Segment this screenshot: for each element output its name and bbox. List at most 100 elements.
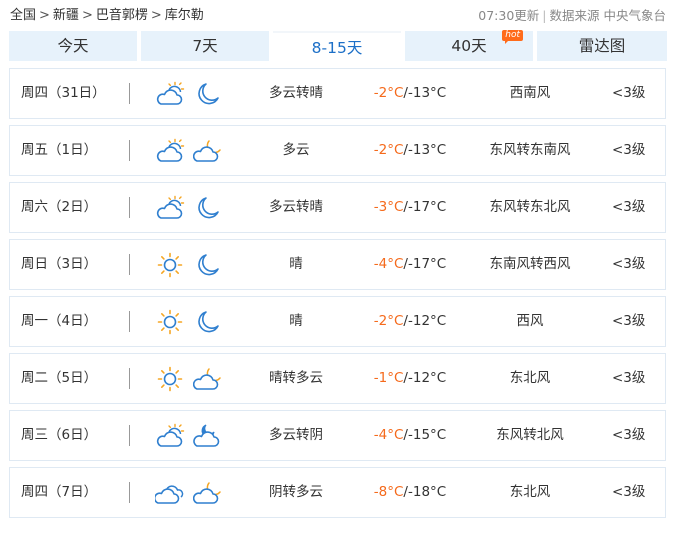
tab-label: 雷达图 [578, 37, 626, 55]
divider [129, 425, 130, 446]
moon-icon [193, 252, 223, 278]
forecast-date: 周五（1日） [21, 142, 98, 158]
overcast-icon [153, 480, 185, 506]
divider [129, 83, 130, 104]
temperature: -3°C/-17°C [355, 183, 465, 232]
tab-label: 8-15天 [311, 39, 363, 57]
wind-direction: 东北风 [509, 484, 551, 500]
forecast-row: 周一（4日） 晴 -2°C/-12°C 西风 <3级 [9, 296, 666, 347]
forecast-row: 周日（3日） 晴 -4°C/-17°C 东南风转西风 <3级 [9, 239, 666, 290]
wind-direction: 西南风 [509, 85, 551, 101]
tab-label: 40天 [451, 37, 487, 55]
temperature: -8°C/-18°C [355, 468, 465, 517]
cloudy-night-icon [192, 366, 223, 392]
wind-direction: 东风转东北风 [489, 199, 571, 215]
breadcrumb-separator: > [39, 8, 50, 23]
low-temp: -17°C [407, 199, 447, 215]
forecast-date: 周一（4日） [21, 313, 98, 329]
high-temp: -2°C [373, 85, 404, 101]
tab-40-days[interactable]: 40天 hot [405, 30, 533, 61]
high-temp: -1°C [373, 370, 404, 386]
wind-level: <3级 [612, 427, 646, 443]
data-source: 数据来源 中央气象台 [549, 8, 666, 23]
tab-8-15-days[interactable]: 8-15天 [273, 31, 401, 63]
forecast-date: 周三（6日） [21, 427, 98, 443]
wind-level: <3级 [612, 85, 646, 101]
low-temp: -17°C [407, 256, 447, 272]
divider [129, 482, 130, 503]
temperature: -1°C/-12°C [355, 354, 465, 403]
high-temp: -8°C [373, 484, 404, 500]
wind-level: <3级 [612, 370, 646, 386]
partly-cloudy-day-icon [155, 138, 185, 164]
tab-7-days[interactable]: 7天 [141, 31, 269, 61]
forecast-date: 周二（5日） [21, 370, 98, 386]
forecast-date: 周六（2日） [21, 199, 98, 215]
forecast-row: 周六（2日） 多云转晴 -3°C/-17°C 东风转东北风 <3级 [9, 182, 666, 233]
hot-badge: hot [502, 30, 523, 44]
sun-icon [155, 309, 185, 335]
breadcrumb-separator: > [150, 8, 162, 23]
temperature: -4°C/-17°C [355, 240, 465, 289]
wind-level: <3级 [612, 313, 646, 329]
moon-icon [193, 309, 223, 335]
update-time: 07:30更新 [478, 8, 540, 23]
low-temp: -12°C [407, 370, 447, 386]
forecast-row: 周五（1日） 多云 -2°C/-13°C 东风转东南风 <3级 [9, 125, 666, 176]
partly-cloudy-day-icon [155, 81, 185, 107]
tab-label: 7天 [192, 37, 218, 55]
weather-description: 多云转阴 [269, 427, 323, 443]
forecast-date: 周四（31日） [21, 85, 106, 101]
update-divider: | [542, 8, 547, 23]
breadcrumb-link-province[interactable]: 新疆 [53, 8, 79, 23]
high-temp: -4°C [373, 256, 404, 272]
tab-radar[interactable]: 雷达图 [537, 31, 667, 61]
sun-icon [155, 366, 185, 392]
wind-level: <3级 [612, 199, 646, 215]
wind-level: <3级 [612, 484, 646, 500]
wind-level: <3级 [612, 142, 646, 158]
tab-label: 今天 [57, 37, 89, 55]
low-temp: -12°C [407, 313, 447, 329]
overcast-night-icon [193, 423, 223, 449]
forecast-row: 周三（6日） 多云转阴 -4°C/-15°C 东风转北风 <3级 [9, 410, 666, 461]
breadcrumb: 全国 > 新疆 > 巴音郭楞 > 库尔勒 [10, 6, 204, 26]
weather-description: 多云 [282, 142, 310, 158]
breadcrumb-link-country[interactable]: 全国 [10, 8, 36, 23]
divider [129, 254, 130, 275]
low-temp: -13°C [407, 85, 447, 101]
temperature: -4°C/-15°C [355, 411, 465, 460]
divider [129, 197, 130, 218]
partly-cloudy-day-icon [155, 195, 185, 221]
low-temp: -15°C [407, 427, 447, 443]
breadcrumb-current-city: 库尔勒 [164, 8, 204, 23]
breadcrumb-separator: > [81, 8, 93, 23]
sun-icon [155, 252, 185, 278]
weather-description: 阴转多云 [269, 484, 323, 500]
high-temp: -4°C [373, 427, 404, 443]
moon-icon [193, 81, 223, 107]
forecast-date: 周四（7日） [21, 484, 98, 500]
high-temp: -2°C [373, 313, 404, 329]
update-info: 07:30更新 | 数据来源 中央气象台 [478, 6, 666, 26]
wind-direction: 东风转东南风 [489, 142, 571, 158]
forecast-date: 周日（3日） [21, 256, 98, 272]
weather-description: 多云转晴 [269, 199, 323, 215]
partly-cloudy-day-icon [155, 423, 185, 449]
wind-direction: 东风转北风 [496, 427, 564, 443]
temperature: -2°C/-13°C [355, 126, 465, 175]
forecast-tabs: 今天 7天 8-15天 40天 hot 雷达图 [9, 30, 667, 63]
cloudy-night-icon [192, 138, 223, 164]
divider [129, 311, 130, 332]
moon-icon [193, 195, 223, 221]
breadcrumb-link-prefecture[interactable]: 巴音郭楞 [96, 8, 148, 23]
forecast-row: 周二（5日） 晴转多云 -1°C/-12°C 东北风 <3级 [9, 353, 666, 404]
low-temp: -13°C [407, 142, 447, 158]
divider [129, 368, 130, 389]
high-temp: -3°C [373, 199, 404, 215]
weather-description: 晴 [289, 313, 303, 329]
wind-direction: 东北风 [509, 370, 551, 386]
wind-direction: 西风 [516, 313, 544, 329]
low-temp: -18°C [407, 484, 447, 500]
tab-today[interactable]: 今天 [9, 31, 137, 61]
